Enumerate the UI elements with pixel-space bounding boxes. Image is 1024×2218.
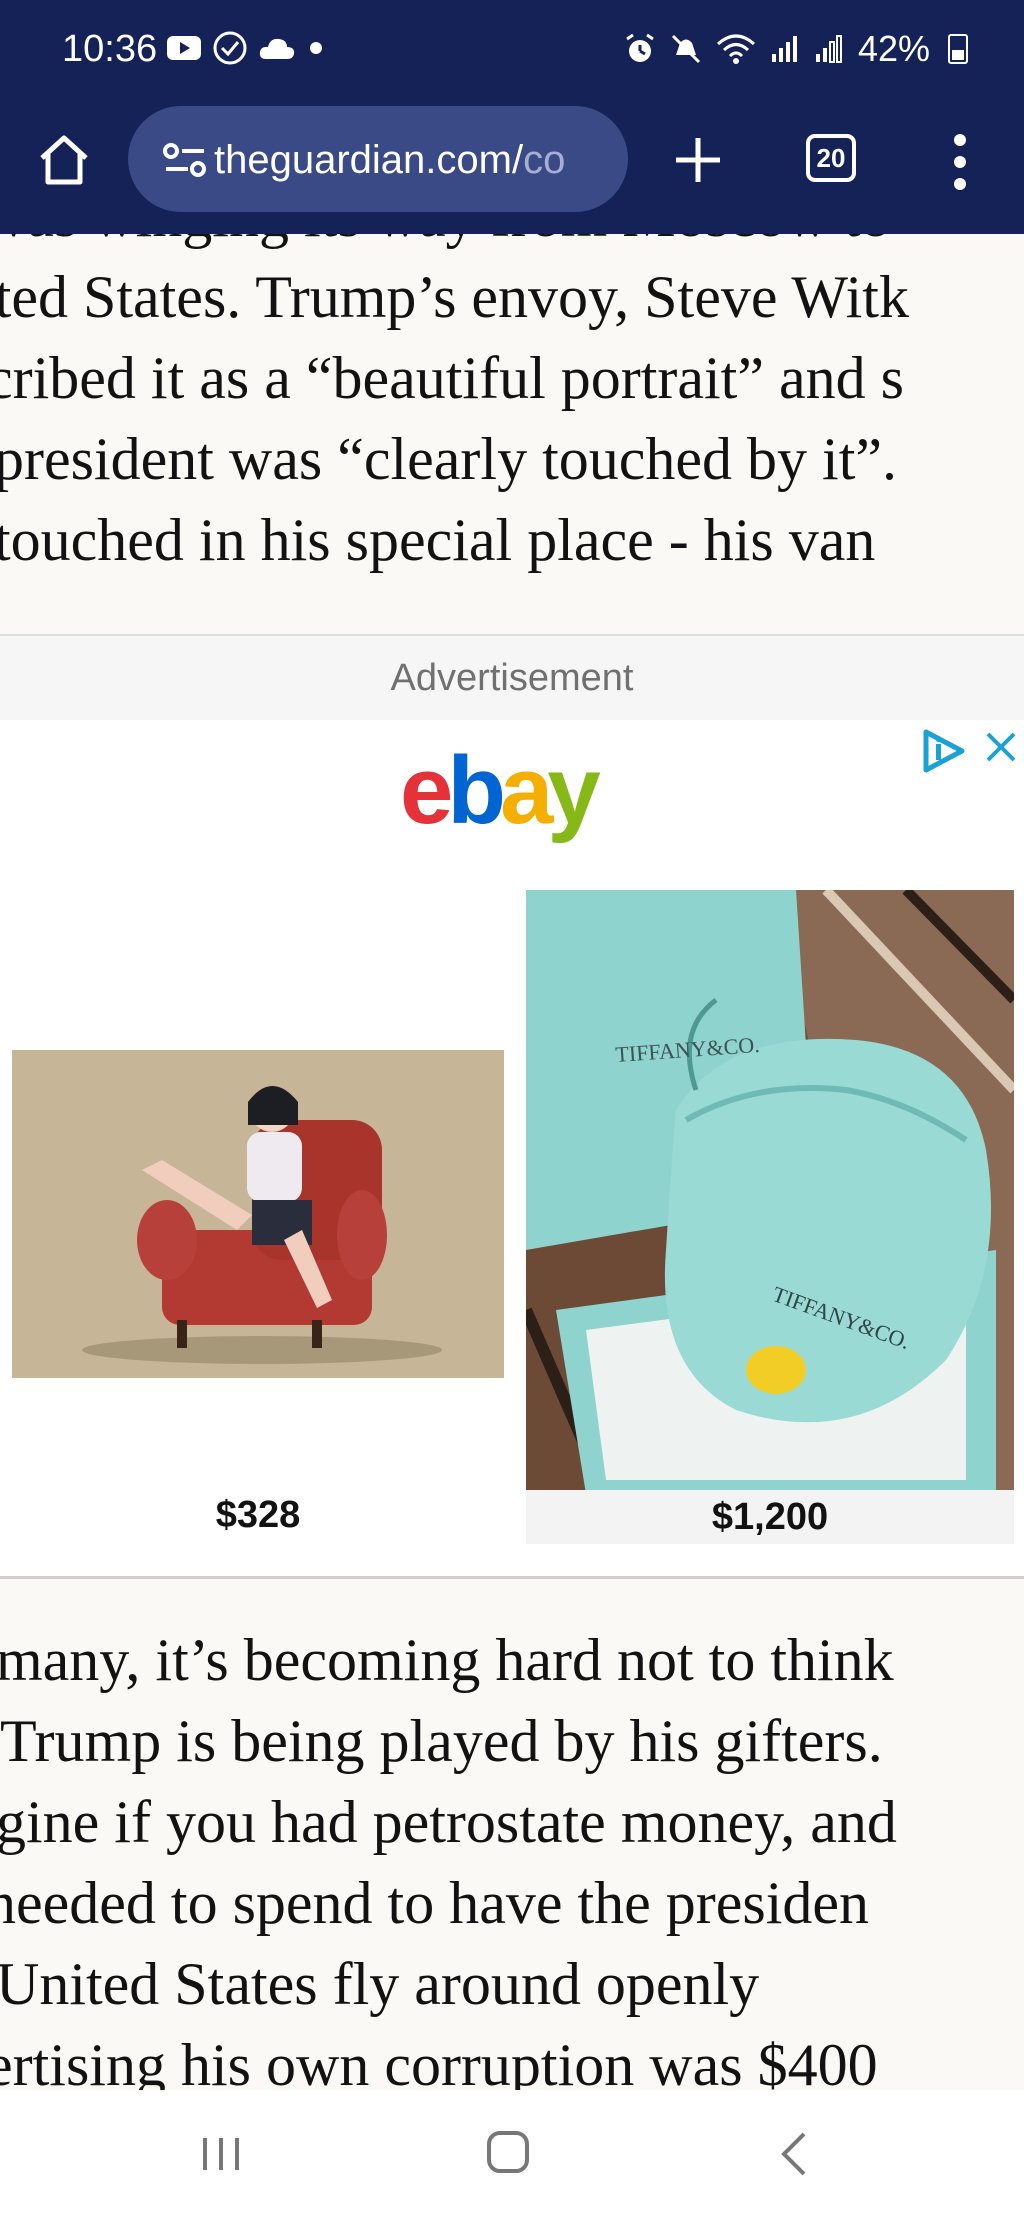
logo-letter: y <box>547 737 600 844</box>
cloud-icon <box>259 38 295 59</box>
article-line: touched in his special place - his van <box>0 507 876 573</box>
signal-icon <box>771 36 797 62</box>
alarm-icon <box>626 33 654 62</box>
system-navigation-bar <box>0 2090 1024 2218</box>
article-body-bottom: many, it’s becoming hard not to think Tr… <box>0 1620 1024 2090</box>
new-tab-button[interactable] <box>670 132 726 188</box>
mute-icon <box>671 34 700 64</box>
article-line: cribed it as a “beautiful portrait” and … <box>0 345 904 411</box>
product-price[interactable]: $328 <box>12 1494 504 1537</box>
article-line: president was “clearly touched by it”. <box>0 426 897 492</box>
advertisement-label: Advertisement <box>0 634 1024 722</box>
ebay-logo[interactable]: ebay <box>400 736 601 846</box>
tab-switcher-button[interactable]: 20 <box>806 134 856 182</box>
status-right-icons: 42% <box>624 28 968 70</box>
address-bar[interactable]: theguardian.com/co <box>128 106 628 212</box>
status-bar: 10:36 42% <box>0 0 1024 104</box>
article-line: was winging its way from Moscow to <box>0 234 1024 257</box>
product-image-figure[interactable] <box>12 1050 504 1378</box>
tiffany-illustration: TIFFANY&CO. TIFFANY&CO. <box>526 890 1014 1494</box>
battery-percent: 42% <box>857 28 930 69</box>
article-line: ertising his own corruption was $400 <box>0 2032 878 2090</box>
dot-icon <box>310 42 322 54</box>
article-line: needed to spend to have the presiden <box>0 1870 870 1936</box>
url-fade: co <box>523 138 566 182</box>
logo-letter: a <box>500 737 553 844</box>
article-body-top: was winging its way from Moscow to ited … <box>0 234 1024 664</box>
more-menu-button[interactable] <box>950 132 970 192</box>
youtube-icon <box>167 36 201 60</box>
article-line: Trump is being played by his gifters. <box>0 1708 883 1774</box>
status-left-icons <box>166 30 326 66</box>
product-image-tiffany[interactable]: TIFFANY&CO. TIFFANY&CO. <box>526 890 1014 1494</box>
recent-apps-button[interactable] <box>200 2134 242 2174</box>
figure-illustration <box>12 1050 504 1378</box>
battery-icon <box>948 34 968 64</box>
status-time: 10:36 <box>62 28 158 70</box>
check-circle-icon <box>213 31 247 65</box>
close-ad-icon[interactable] <box>984 730 1018 764</box>
article-line: gine if you had petrostate money, and <box>0 1789 897 1855</box>
article-line: many, it’s becoming hard not to think <box>0 1627 894 1693</box>
product-price[interactable]: $1,200 <box>526 1490 1014 1544</box>
url-text[interactable]: theguardian.com/co <box>214 138 614 183</box>
logo-letter: b <box>447 737 506 844</box>
wifi-icon <box>716 34 755 64</box>
logo-letter: e <box>400 737 453 844</box>
signal-icon <box>815 35 842 63</box>
ebay-ad[interactable]: ebay $328 TIFFANY&CO. TIFFANY&CO. $1,200 <box>0 720 1024 1579</box>
system-back-button[interactable] <box>780 2130 808 2178</box>
system-home-button[interactable] <box>486 2130 530 2174</box>
adchoices-icon[interactable] <box>918 726 968 776</box>
browser-toolbar: theguardian.com/co 20 <box>0 104 1024 234</box>
article-line: United States fly around openly <box>0 1951 760 2017</box>
article-line: ited States. Trump’s envoy, Steve Witk <box>0 264 909 330</box>
site-settings-icon[interactable] <box>162 142 208 178</box>
browser-top-bar: 10:36 42% theguardian.com/co 20 <box>0 0 1024 234</box>
home-button[interactable] <box>36 132 92 188</box>
url-main: theguardian.com/ <box>214 138 524 182</box>
